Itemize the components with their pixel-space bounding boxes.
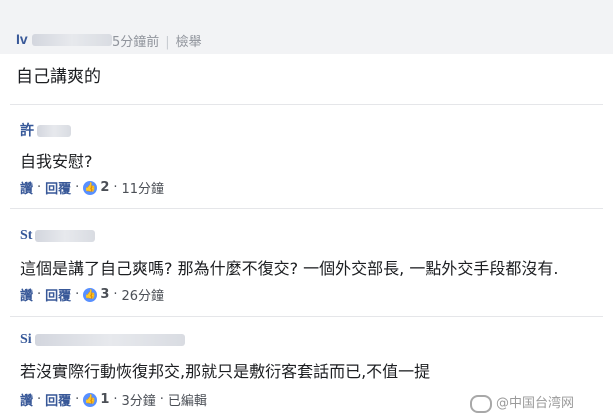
watermark: @中国台湾网 bbox=[470, 392, 574, 413]
comment-time[interactable]: 26分鐘 bbox=[122, 285, 165, 304]
separator: · bbox=[113, 180, 118, 195]
comment-time[interactable]: 3分鐘 bbox=[122, 390, 156, 409]
commenter-name-3[interactable]: Si bbox=[20, 332, 185, 348]
watermark-text: @中国台湾网 bbox=[496, 396, 575, 411]
weibo-icon bbox=[470, 394, 492, 413]
commenter-name-0[interactable]: Iv bbox=[16, 31, 112, 47]
redacted-name-blur bbox=[35, 229, 96, 242]
comment-actions-3: 讚 · 回覆 · 👍 1 · 3分鐘 · 已編輯 bbox=[20, 390, 207, 409]
comment-actions-2: 讚 · 回覆 · 👍 3 · 26分鐘 bbox=[20, 285, 164, 304]
commenter-name-2[interactable]: St bbox=[20, 228, 96, 244]
like-count[interactable]: 1 bbox=[100, 392, 109, 407]
thumbs-up-icon: 👍 bbox=[83, 392, 98, 407]
redacted-name-blur bbox=[37, 125, 71, 137]
report-link[interactable]: 檢舉 bbox=[176, 35, 202, 50]
comment-text-1: 自我安慰? bbox=[20, 152, 93, 171]
separator: · bbox=[113, 392, 118, 407]
like-button[interactable]: 讚 bbox=[20, 285, 33, 304]
like-button[interactable]: 讚 bbox=[20, 390, 33, 409]
redacted-name-blur bbox=[34, 333, 185, 346]
thumbs-up-icon: 👍 bbox=[83, 180, 98, 195]
divider bbox=[10, 104, 603, 105]
like-count[interactable]: 2 bbox=[100, 180, 109, 195]
comment-text-2: 這個是講了自己爽嗎? 那為什麼不復交? 一個外交部長, 一點外交手段都沒有. bbox=[20, 259, 559, 278]
separator: · bbox=[75, 180, 80, 195]
divider bbox=[10, 208, 603, 209]
separator: | bbox=[165, 35, 170, 50]
separator: · bbox=[75, 287, 80, 302]
comment-actions-1: 讚 · 回覆 · 👍 2 · 11分鐘 bbox=[20, 178, 164, 197]
comment-time: 5分鐘前 bbox=[112, 35, 160, 50]
separator: · bbox=[37, 392, 42, 407]
separator: · bbox=[37, 180, 42, 195]
comment-text-0: 自己講爽的 bbox=[16, 67, 101, 87]
reply-button[interactable]: 回覆 bbox=[45, 285, 71, 304]
separator: · bbox=[37, 287, 42, 302]
reply-button[interactable]: 回覆 bbox=[45, 178, 71, 197]
comment-time[interactable]: 11分鐘 bbox=[122, 178, 165, 197]
separator: · bbox=[113, 287, 118, 302]
comment-0-meta: 5分鐘前 | 檢舉 bbox=[112, 31, 202, 50]
like-button[interactable]: 讚 bbox=[20, 178, 33, 197]
commenter-name-1[interactable]: 許 bbox=[20, 120, 71, 140]
thumbs-up-icon: 👍 bbox=[83, 287, 98, 302]
divider bbox=[10, 316, 603, 317]
comment-text-3: 若沒實際行動恢復邦交,那就只是敷衍客套話而已,不值一提 bbox=[20, 362, 431, 381]
reply-button[interactable]: 回覆 bbox=[45, 390, 71, 409]
edited-label[interactable]: 已編輯 bbox=[168, 390, 207, 409]
like-count[interactable]: 3 bbox=[100, 287, 109, 302]
separator: · bbox=[159, 392, 164, 407]
separator: · bbox=[75, 392, 80, 407]
redacted-name-blur bbox=[31, 34, 112, 47]
